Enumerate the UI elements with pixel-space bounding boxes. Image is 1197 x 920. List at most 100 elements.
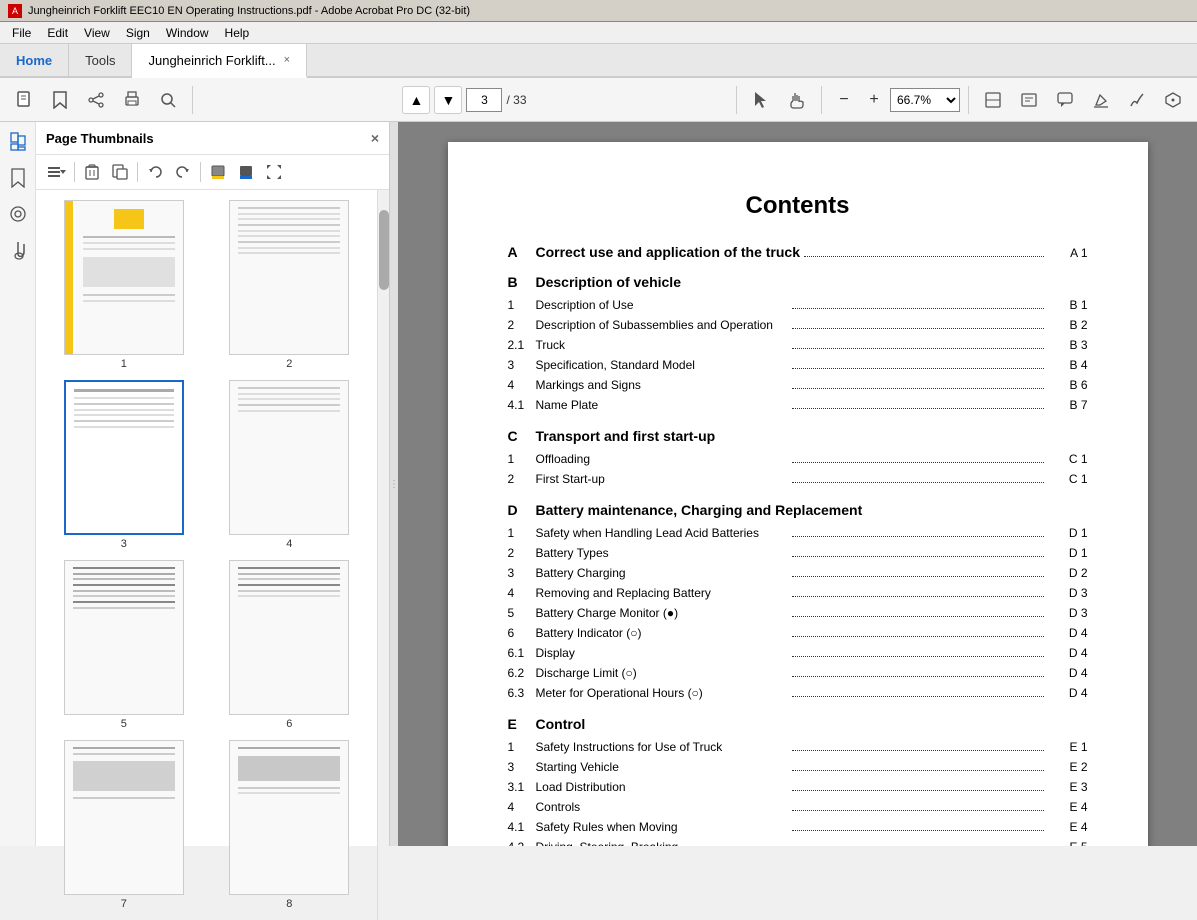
thumb-label-3: 3 — [121, 538, 127, 550]
pdf-content-area[interactable]: Contents A Correct use and application o… — [398, 122, 1197, 846]
highlight-btn[interactable] — [1085, 84, 1117, 116]
tab-document[interactable]: Jungheinrich Forklift... × — [132, 44, 307, 78]
thumb-label-2: 2 — [286, 358, 292, 370]
thumb-rotate-cw-btn[interactable] — [170, 159, 196, 185]
form-btn[interactable] — [1013, 84, 1045, 116]
toc-row: 1Safety when Handling Lead Acid Batterie… — [508, 524, 1088, 542]
thumb-label-1: 1 — [121, 358, 127, 370]
thumb-sep-1 — [74, 162, 75, 182]
thumbnail-1[interactable]: 1 — [46, 200, 202, 370]
menu-window[interactable]: Window — [158, 24, 217, 42]
toc-letter-D: D — [508, 502, 536, 518]
toc-row: 3Specification, Standard ModelB 4 — [508, 356, 1088, 374]
toc-row: 1Description of UseB 1 — [508, 296, 1088, 314]
thumbnails-scrollbar[interactable] — [377, 190, 389, 920]
new-document-btn[interactable] — [8, 84, 40, 116]
sidebar-icon-tools[interactable] — [6, 202, 30, 226]
sidebar: Page Thumbnails × — [0, 122, 390, 846]
thumb-expand-btn[interactable] — [261, 159, 287, 185]
toc-section-E: E Control — [508, 716, 1088, 732]
tabbar: Home Tools Jungheinrich Forklift... × — [0, 44, 1197, 78]
menu-view[interactable]: View — [76, 24, 118, 42]
thumbnail-3[interactable]: 3 — [46, 380, 202, 550]
tab-close-btn[interactable]: × — [284, 54, 290, 66]
thumbnail-6[interactable]: 6 — [212, 560, 368, 730]
pdf-page: Contents A Correct use and application o… — [448, 142, 1148, 846]
search-btn[interactable] — [152, 84, 184, 116]
menu-sign[interactable]: Sign — [118, 24, 158, 42]
toc-row: 3Starting VehicleE 2 — [508, 758, 1088, 776]
thumb-label-5: 5 — [121, 718, 127, 730]
toc-letter-A: A — [508, 244, 536, 260]
sidebar-icon-attach[interactable] — [6, 238, 30, 262]
thumbnails-title: Page Thumbnails — [46, 131, 154, 146]
next-page-btn[interactable]: ▼ — [434, 86, 462, 114]
thumbnails-grid: 1 — [36, 190, 377, 920]
thumb-label-4: 4 — [286, 538, 292, 550]
thumb-delete-btn[interactable] — [79, 159, 105, 185]
thumbnail-2[interactable]: 2 — [212, 200, 368, 370]
thumb-rotate-ccw-btn[interactable] — [142, 159, 168, 185]
comment-btn[interactable] — [1049, 84, 1081, 116]
sidebar-icon-pages[interactable] — [6, 130, 30, 154]
page-input[interactable] — [466, 88, 502, 112]
share-btn[interactable] — [80, 84, 112, 116]
toc-row: 4.2Driving, Steering, BreakingE 5 — [508, 838, 1088, 846]
zoom-out-btn[interactable]: − — [830, 86, 858, 114]
print-btn[interactable] — [116, 84, 148, 116]
sidebar-icon-bookmarks[interactable] — [6, 166, 30, 190]
fit-page-btn[interactable] — [977, 84, 1009, 116]
select-tool-btn[interactable] — [745, 84, 777, 116]
thumb-highlight-color-btn[interactable] — [233, 159, 259, 185]
thumb-extract-btn[interactable] — [107, 159, 133, 185]
menu-help[interactable]: Help — [217, 24, 258, 42]
prev-page-btn[interactable]: ▲ — [402, 86, 430, 114]
tab-tools-label: Tools — [85, 53, 115, 68]
toc-row: 2Description of Subassemblies and Operat… — [508, 316, 1088, 334]
resize-handle[interactable]: ⋮ — [390, 122, 398, 846]
toc-row: 4Removing and Replacing BatteryD 3 — [508, 584, 1088, 602]
toc-row: 2Battery TypesD 1 — [508, 544, 1088, 562]
thumb-label-6: 6 — [286, 718, 292, 730]
thumbnail-4[interactable]: 4 — [212, 380, 368, 550]
thumb-label-8: 8 — [286, 898, 292, 910]
bookmark-btn[interactable] — [44, 84, 76, 116]
app-icon: A — [8, 4, 22, 18]
menu-edit[interactable]: Edit — [39, 24, 76, 42]
thumbnail-7[interactable]: 7 — [46, 740, 202, 910]
zoom-in-btn[interactable]: + — [860, 86, 888, 114]
toc-row: 4ControlsE 4 — [508, 798, 1088, 816]
scroll-thumb[interactable] — [379, 210, 389, 290]
thumbnails-close-btn[interactable]: × — [371, 130, 379, 146]
toc-row: 4.1Safety Rules when MovingE 4 — [508, 818, 1088, 836]
hand-tool-btn[interactable] — [781, 84, 813, 116]
thumb-bg-color-btn[interactable] — [205, 159, 231, 185]
toc-row: 6Battery Indicator (○)D 4 — [508, 624, 1088, 642]
thumbnail-8[interactable]: 8 — [212, 740, 368, 910]
thumbnails-toolbar — [36, 155, 389, 190]
toc-row: 4.1Name PlateB 7 — [508, 396, 1088, 414]
zoom-dropdown[interactable]: 66.7% 50% 75% 100% 125% — [890, 88, 960, 112]
thumb-menu-btn[interactable] — [44, 159, 70, 185]
toc-letter-E: E — [508, 716, 536, 732]
toc-section-D: D Battery maintenance, Charging and Repl… — [508, 502, 1088, 518]
toc-row: 2First Start-upC 1 — [508, 470, 1088, 488]
menu-file[interactable]: File — [4, 24, 39, 42]
sidebar-icons — [0, 122, 36, 846]
toc-row: 1OffloadingC 1 — [508, 450, 1088, 468]
thumbnail-5[interactable]: 5 — [46, 560, 202, 730]
separator-3 — [821, 86, 822, 114]
page-total: / 33 — [506, 93, 526, 107]
toc-row: 4Markings and SignsB 6 — [508, 376, 1088, 394]
tab-home[interactable]: Home — [0, 44, 69, 76]
sign-btn[interactable] — [1121, 84, 1153, 116]
toc-row: 3.1Load DistributionE 3 — [508, 778, 1088, 796]
main-area: Page Thumbnails × — [0, 122, 1197, 846]
more-tools-btn[interactable] — [1157, 84, 1189, 116]
thumb-sep-3 — [200, 162, 201, 182]
titlebar: A Jungheinrich Forklift EEC10 EN Operati… — [0, 0, 1197, 22]
toc-row: 3Battery ChargingD 2 — [508, 564, 1088, 582]
toc-section-B: B Description of vehicle — [508, 274, 1088, 290]
toc-letter-B: B — [508, 274, 536, 290]
tab-tools[interactable]: Tools — [69, 44, 132, 76]
